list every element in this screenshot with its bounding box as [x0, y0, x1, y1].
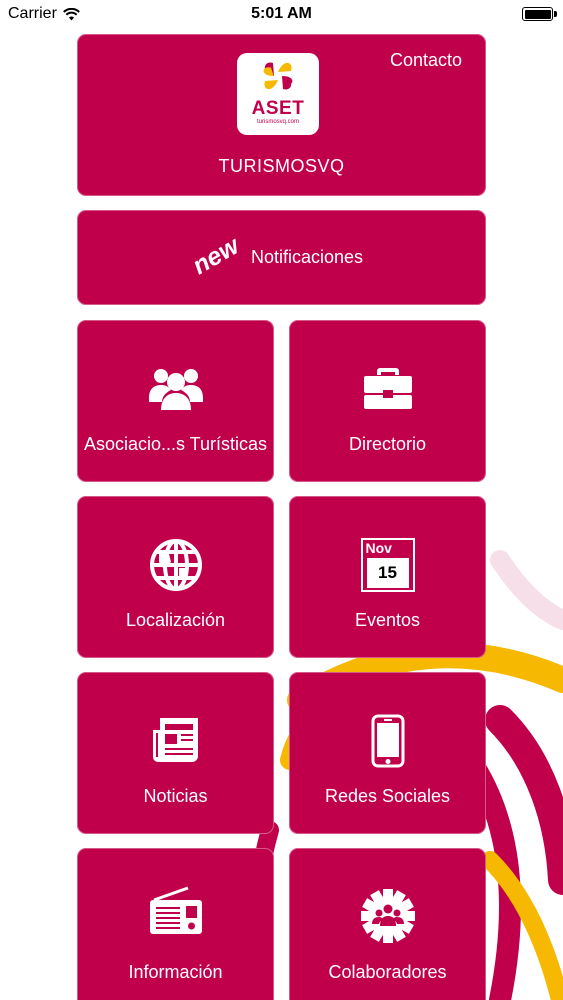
users-icon [148, 369, 203, 410]
globe-icon [149, 539, 202, 591]
tile-label: Asociacio...s Turísticas [83, 434, 268, 454]
brand-name: TURISMOSVQ [218, 156, 345, 176]
calendar-day: 15 [366, 558, 409, 588]
tile-directorio[interactable]: Directorio [289, 320, 486, 482]
tile-informacion[interactable]: Información [77, 848, 274, 1000]
new-badge: new [187, 231, 244, 281]
tile-label: Información [128, 962, 223, 982]
tile-label: Localización [125, 610, 226, 630]
aset-logo: ASET turismosvq.com [237, 53, 319, 135]
tile-label: Noticias [143, 786, 208, 806]
smartphone-icon [371, 714, 404, 768]
notifications-label: Notificaciones [251, 247, 364, 267]
tile-eventos[interactable]: Nov 15 Eventos [289, 496, 486, 658]
status-bar: Carrier 5:01 AM [0, 0, 563, 30]
briefcase-icon [363, 368, 412, 409]
newspaper-icon [152, 718, 198, 762]
battery-icon [522, 7, 557, 21]
collaborators-badge-icon [360, 889, 415, 943]
calendar-month: Nov [362, 540, 413, 556]
tile-label: Colaboradores [328, 962, 447, 982]
tile-colaboradores[interactable]: Colaboradores [289, 848, 486, 1000]
tile-asociaciones[interactable]: Asociacio...s Turísticas [77, 320, 274, 482]
tile-label: Redes Sociales [324, 786, 451, 806]
tile-noticias[interactable]: Noticias [77, 672, 274, 834]
header-card: Contacto ASET turismosvq.com TURISMOSVQ [77, 34, 486, 196]
contact-link[interactable]: Contacto [390, 50, 462, 71]
notifications-button[interactable]: new Notificaciones [77, 210, 486, 305]
logo-subtext: turismosvq.com [256, 119, 299, 125]
tile-localizacion[interactable]: Localización [77, 496, 274, 658]
logo-text: ASET [251, 98, 305, 119]
tile-redes-sociales[interactable]: Redes Sociales [289, 672, 486, 834]
tile-label: Directorio [348, 434, 427, 454]
calendar-icon: Nov 15 [360, 538, 415, 592]
aset-sun-logo-icon [263, 62, 293, 90]
tile-label: Eventos [354, 610, 421, 630]
radio-icon [149, 886, 202, 934]
clock: 5:01 AM [251, 5, 312, 22]
